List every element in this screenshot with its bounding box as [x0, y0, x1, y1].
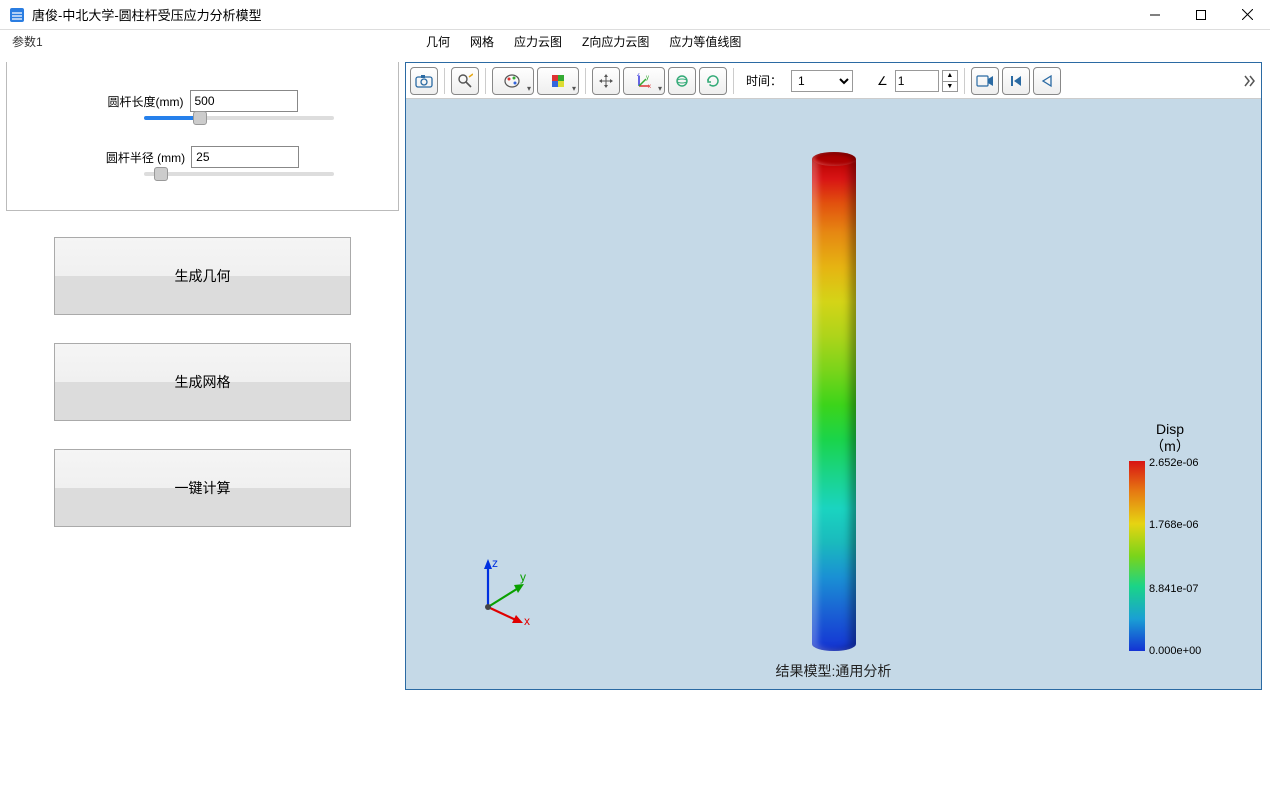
legend-tick-2: 8.841e-07	[1149, 583, 1199, 595]
camera-icon[interactable]	[410, 67, 438, 95]
record-icon[interactable]	[971, 67, 999, 95]
zoom-icon[interactable]	[451, 67, 479, 95]
time-select[interactable]: 1	[791, 70, 853, 92]
legend-gradient	[1129, 461, 1145, 651]
play-prev-icon[interactable]	[1033, 67, 1061, 95]
palette-icon[interactable]: ▾	[492, 67, 534, 95]
viewport-caption: 结果模型:通用分析	[406, 661, 1261, 681]
svg-text:y: y	[520, 570, 526, 584]
svg-text:y: y	[646, 75, 649, 81]
window-title: 唐俊-中北大学-圆柱杆受压应力分析模型	[32, 5, 1132, 24]
parameter-panel: 圆杆长度(mm) 圆杆半径 (mm)	[6, 62, 399, 211]
axes-icon[interactable]: zxy▾	[623, 67, 665, 95]
expand-icon[interactable]	[1243, 67, 1257, 95]
minimize-button[interactable]	[1132, 0, 1178, 29]
length-label: 圆杆长度(mm)	[108, 93, 184, 110]
radius-input[interactable]	[191, 146, 299, 168]
cube-color-icon[interactable]: ▾	[537, 67, 579, 95]
app-icon	[8, 6, 26, 24]
svg-text:x: x	[524, 614, 530, 628]
color-legend: Disp （m） 2.652e-06 1.768e-06 8.841e-07 0…	[1115, 421, 1225, 457]
cylinder-model	[812, 159, 856, 651]
axis-triad: z y x	[472, 557, 542, 627]
radius-slider[interactable]	[144, 172, 334, 176]
sidebar-tab-label[interactable]: 参数1	[0, 33, 410, 50]
svg-text:x: x	[648, 84, 651, 89]
tab-mesh[interactable]: 网格	[460, 31, 504, 52]
main-tabs: 几何 网格 应力云图 Z向应力云图 应力等值线图	[416, 31, 751, 52]
canvas-3d[interactable]: z y x 结果模型:通用分析 Disp （m）	[406, 99, 1261, 689]
skip-start-icon[interactable]	[1002, 67, 1030, 95]
menubar: 参数1 几何 网格 应力云图 Z向应力云图 应力等值线图	[0, 30, 1270, 52]
tab-stress-cloud[interactable]: 应力云图	[504, 31, 572, 52]
tab-geometry[interactable]: 几何	[416, 31, 460, 52]
radius-label: 圆杆半径 (mm)	[106, 149, 185, 166]
time-label: 时间：	[740, 72, 788, 89]
legend-tick-0: 2.652e-06	[1149, 457, 1199, 469]
svg-text:z: z	[637, 73, 640, 78]
action-buttons: 生成几何 生成网格 一键计算	[0, 215, 405, 555]
legend-title-1: Disp	[1115, 421, 1225, 438]
svg-text:z: z	[492, 556, 498, 570]
maximize-button[interactable]	[1178, 0, 1224, 29]
generate-geometry-button[interactable]: 生成几何	[54, 237, 351, 315]
tab-z-stress-cloud[interactable]: Z向应力云图	[572, 31, 659, 52]
spin-input[interactable]	[895, 70, 939, 92]
angle-icon: ∠	[873, 74, 892, 88]
move-icon[interactable]	[592, 67, 620, 95]
length-input[interactable]	[190, 90, 298, 112]
tab-stress-contour[interactable]: 应力等值线图	[659, 31, 751, 52]
legend-tick-3: 0.000e+00	[1149, 645, 1201, 657]
sidebar: 圆杆长度(mm) 圆杆半径 (mm) 生成几何 生成网格 一键计算	[0, 52, 405, 802]
compute-button[interactable]: 一键计算	[54, 449, 351, 527]
close-button[interactable]	[1224, 0, 1270, 29]
generate-mesh-button[interactable]: 生成网格	[54, 343, 351, 421]
window-titlebar: 唐俊-中北大学-圆柱杆受压应力分析模型	[0, 0, 1270, 30]
spin-up[interactable]: ▲	[943, 71, 957, 82]
viewport: ▾ ▾ zxy▾ 时间： 1 ∠ ▲ ▼	[405, 62, 1262, 690]
legend-tick-1: 1.768e-06	[1149, 519, 1199, 531]
legend-title-2: （m）	[1115, 438, 1225, 455]
length-slider[interactable]	[144, 116, 334, 120]
viewport-toolbar: ▾ ▾ zxy▾ 时间： 1 ∠ ▲ ▼	[406, 63, 1261, 99]
spin-down[interactable]: ▼	[943, 82, 957, 92]
rotate-icon[interactable]	[668, 67, 696, 95]
refresh-icon[interactable]	[699, 67, 727, 95]
window-controls	[1132, 0, 1270, 29]
